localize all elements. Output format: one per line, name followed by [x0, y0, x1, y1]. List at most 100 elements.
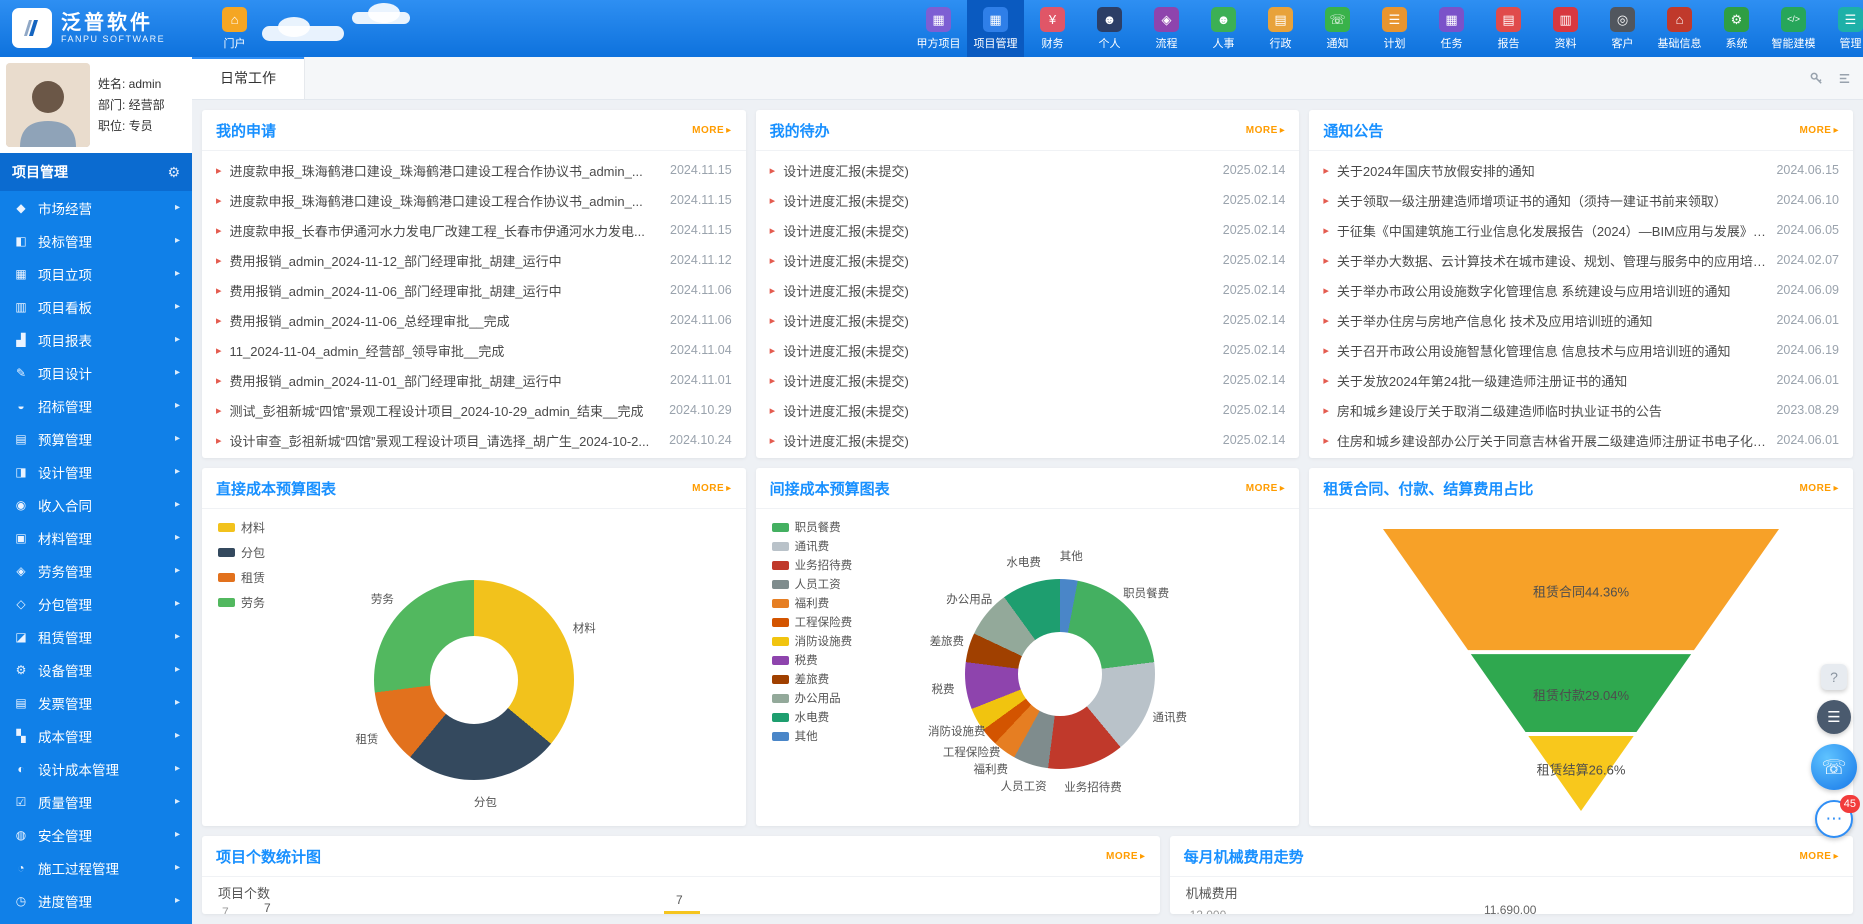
top-nav-item-系统[interactable]: ⚙系统: [1708, 0, 1765, 57]
sidebar-item-证件管理[interactable]: ▮证件管理▸: [0, 917, 192, 924]
list-item[interactable]: ▸费用报销_admin_2024-11-01_部门经理审批_胡建_运行中2024…: [216, 365, 732, 395]
list-item[interactable]: ▸设计进度汇报(未提交)2025.02.14: [770, 305, 1286, 335]
more-link[interactable]: MORE: [1106, 851, 1146, 862]
sidebar-item-质量管理[interactable]: ☑质量管理▸: [0, 785, 192, 818]
top-nav-item-基础信息[interactable]: ⌂基础信息: [1651, 0, 1708, 57]
top-nav-item-资料[interactable]: ▥资料: [1537, 0, 1594, 57]
donut-chart[interactable]: 其他职员餐费通讯费业务招待费人员工资福利费工程保险费消防设施费税费差旅费办公用品…: [965, 579, 1155, 769]
legend-item[interactable]: 人员工资: [772, 576, 853, 592]
sidebar-item-收入合同[interactable]: ◉收入合同▸: [0, 488, 192, 521]
list-item[interactable]: ▸关于举办住房与房地产信息化 技术及应用培训班的通知2024.06.01: [1323, 305, 1839, 335]
more-link[interactable]: MORE: [1246, 483, 1286, 494]
list-item[interactable]: ▸住房和城乡建设部办公厅关于同意吉林省开展二级建造师注册证书电子化试点...20…: [1323, 425, 1839, 455]
sidebar-item-项目看板[interactable]: ▥项目看板▸: [0, 290, 192, 323]
sidebar-item-租赁管理[interactable]: ◪租赁管理▸: [0, 620, 192, 653]
list-item[interactable]: ▸关于2024年国庆节放假安排的通知2024.06.15: [1323, 155, 1839, 185]
legend-item[interactable]: 消防设施费: [772, 633, 853, 649]
sidebar-item-成本管理[interactable]: ▚成本管理▸: [0, 719, 192, 752]
logo[interactable]: 泛普软件 FANPU SOFTWARE: [12, 8, 165, 48]
top-nav-item-人事[interactable]: ☻人事: [1195, 0, 1252, 57]
list-item[interactable]: ▸设计进度汇报(未提交)2025.02.14: [770, 185, 1286, 215]
list-item[interactable]: ▸设计进度汇报(未提交)2025.02.14: [770, 395, 1286, 425]
sidebar-item-进度管理[interactable]: ◷进度管理▸: [0, 884, 192, 917]
top-nav-item-流程[interactable]: ◈流程: [1138, 0, 1195, 57]
top-nav-item-个人[interactable]: ☻个人: [1081, 0, 1138, 57]
legend-item[interactable]: 业务招待费: [772, 557, 853, 573]
top-nav-item-报告[interactable]: ▤报告: [1480, 0, 1537, 57]
legend-item[interactable]: 税费: [772, 652, 853, 668]
sidebar-item-分包管理[interactable]: ◇分包管理▸: [0, 587, 192, 620]
more-link[interactable]: MORE: [1799, 125, 1839, 136]
sidebar-item-投标管理[interactable]: ◧投标管理▸: [0, 224, 192, 257]
list-item[interactable]: ▸11_2024-11-04_admin_经营部_领导审批__完成2024.11…: [216, 335, 732, 365]
top-nav-item-通知[interactable]: ☏通知: [1309, 0, 1366, 57]
sidebar-item-项目设计[interactable]: ✎项目设计▸: [0, 356, 192, 389]
legend-item[interactable]: 其他: [772, 728, 853, 744]
top-nav-item-项目管理[interactable]: ▦项目管理: [967, 0, 1024, 57]
sidebar-item-设计管理[interactable]: ◨设计管理▸: [0, 455, 192, 488]
list-item[interactable]: ▸设计进度汇报(未提交)2025.02.14: [770, 155, 1286, 185]
top-nav-item-计划[interactable]: ☰计划: [1366, 0, 1423, 57]
list-item[interactable]: ▸设计进度汇报(未提交)2025.02.14: [770, 365, 1286, 395]
more-link[interactable]: MORE: [1799, 851, 1839, 862]
sidebar-item-施工过程管理[interactable]: ◔施工过程管理▸: [0, 851, 192, 884]
legend-item[interactable]: 材料: [218, 519, 265, 536]
legend-item[interactable]: 劳务: [218, 594, 265, 611]
donut-chart[interactable]: 材料分包租赁劳务: [374, 580, 574, 780]
top-nav-item-任务[interactable]: ▦任务: [1423, 0, 1480, 57]
legend-item[interactable]: 通讯费: [772, 538, 853, 554]
legend-item[interactable]: 办公用品: [772, 690, 853, 706]
list-item[interactable]: ▸关于举办市政公用设施数字化管理信息 系统建设与应用培训班的通知2024.06.…: [1323, 275, 1839, 305]
sidebar-item-市场经营[interactable]: ◆市场经营▸: [0, 191, 192, 224]
list-item[interactable]: ▸费用报销_admin_2024-11-06_总经理审批__完成2024.11.…: [216, 305, 732, 335]
list-item[interactable]: ▸设计进度汇报(未提交)2025.02.14: [770, 425, 1286, 455]
list-item[interactable]: ▸关于召开市政公用设施智慧化管理信息 信息技术与应用培训班的通知2024.06.…: [1323, 335, 1839, 365]
bar[interactable]: [664, 911, 700, 914]
list-item[interactable]: ▸进度款申报_长春市伊通河水力发电厂改建工程_长春市伊通河水力发电...2024…: [216, 215, 732, 245]
top-nav-item-行政[interactable]: ▤行政: [1252, 0, 1309, 57]
sidebar-item-设计成本管理[interactable]: ◐设计成本管理▸: [0, 752, 192, 785]
top-nav-item-客户[interactable]: ◎客户: [1594, 0, 1651, 57]
sidebar-item-招标管理[interactable]: ◒招标管理▸: [0, 389, 192, 422]
top-nav-item-智能建模[interactable]: </>智能建模: [1765, 0, 1822, 57]
list-item[interactable]: ▸房和城乡建设厅关于取消二级建造师临时执业证书的公告2023.08.29: [1323, 395, 1839, 425]
sidebar-item-项目立项[interactable]: ▦项目立项▸: [0, 257, 192, 290]
list-item[interactable]: ▸进度款申报_珠海鹤港口建设_珠海鹤港口建设工程合作协议书_admin_...2…: [216, 155, 732, 185]
legend-item[interactable]: 差旅费: [772, 671, 853, 687]
list-item[interactable]: ▸费用报销_admin_2024-11-06_部门经理审批_胡建_运行中2024…: [216, 275, 732, 305]
list-item[interactable]: ▸测试_彭祖新城“四馆”景观工程设计项目_2024-10-29_admin_结束…: [216, 395, 732, 425]
more-link[interactable]: MORE: [1799, 483, 1839, 494]
sidebar-item-安全管理[interactable]: ◍安全管理▸: [0, 818, 192, 851]
top-nav-item-管理[interactable]: ☰管理: [1822, 0, 1863, 57]
more-link[interactable]: MORE: [692, 483, 732, 494]
list-item[interactable]: ▸设计进度汇报(未提交)2025.02.14: [770, 245, 1286, 275]
legend-item[interactable]: 水电费: [772, 709, 853, 725]
list-item[interactable]: ▸关于举办大数据、云计算技术在城市建设、规划、管理与服务中的应用培训班...20…: [1323, 245, 1839, 275]
sidebar-item-材料管理[interactable]: ▣材料管理▸: [0, 521, 192, 554]
list-item[interactable]: ▸费用报销_admin_2024-11-12_部门经理审批_胡建_运行中2024…: [216, 245, 732, 275]
more-link[interactable]: MORE: [1246, 125, 1286, 136]
key-icon[interactable]: [1807, 69, 1825, 87]
help-float-button[interactable]: ?: [1821, 664, 1847, 690]
gear-icon[interactable]: ⚙: [167, 164, 180, 181]
sidebar-item-项目报表[interactable]: ▟项目报表▸: [0, 323, 192, 356]
legend-item[interactable]: 福利费: [772, 595, 853, 611]
sidebar-item-设备管理[interactable]: ⚙设备管理▸: [0, 653, 192, 686]
more-link[interactable]: MORE: [692, 125, 732, 136]
list-item[interactable]: ▸关于发放2024年第24批一级建造师注册证书的通知2024.06.01: [1323, 365, 1839, 395]
tab-daily-work[interactable]: 日常工作: [192, 57, 305, 99]
quick-menu-float-button[interactable]: ☰: [1817, 700, 1851, 734]
sidebar-item-预算管理[interactable]: ▤预算管理▸: [0, 422, 192, 455]
top-nav-item-财务[interactable]: ¥财务: [1024, 0, 1081, 57]
service-phone-float-button[interactable]: ☏: [1811, 744, 1857, 790]
list-item[interactable]: ▸于征集《中国建筑施工行业信息化发展报告（2024）—BIM应用与发展》材料..…: [1323, 215, 1839, 245]
list-item[interactable]: ▸设计进度汇报(未提交)2025.02.14: [770, 275, 1286, 305]
top-nav-item-portal[interactable]: ⌂ 门户: [206, 0, 263, 57]
list-item[interactable]: ▸关于领取一级注册建造师增项证书的通知（须持一建证书前来领取）2024.06.1…: [1323, 185, 1839, 215]
menu-lines-icon[interactable]: [1835, 69, 1853, 87]
legend-item[interactable]: 租赁: [218, 569, 265, 586]
list-item[interactable]: ▸设计进度汇报(未提交)2025.02.14: [770, 335, 1286, 365]
legend-item[interactable]: 分包: [218, 544, 265, 561]
list-item[interactable]: ▸设计审查_彭祖新城“四馆”景观工程设计项目_请选择_胡广生_2024-10-2…: [216, 425, 732, 455]
legend-item[interactable]: 职员餐费: [772, 519, 853, 535]
